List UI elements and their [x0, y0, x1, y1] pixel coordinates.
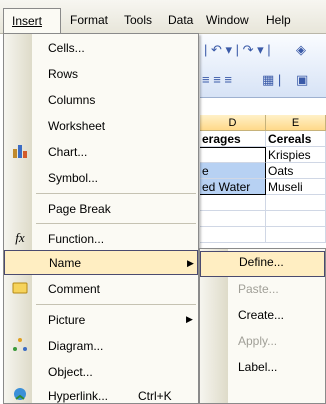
name-submenu: Define... Paste... Create... Apply... La…	[199, 248, 326, 404]
cell-e-row1[interactable]: Krispies	[266, 147, 326, 163]
column-header-d-label: D	[228, 117, 237, 129]
menu-item-columns-label: Columns	[48, 93, 96, 107]
cell-d-row4[interactable]	[200, 195, 266, 211]
menu-item-cells-label: Cells...	[48, 41, 85, 55]
menu-format-label: Format	[70, 13, 109, 27]
submenu-item-paste-label: Paste...	[238, 282, 279, 296]
submenu-item-create-label: Create...	[238, 308, 285, 322]
cell-d-header[interactable]: erages	[200, 131, 266, 147]
cell-d-row5[interactable]	[200, 211, 266, 227]
menu-item-diagram-label: Diagram...	[48, 339, 104, 353]
column-header-d[interactable]: D	[200, 115, 266, 131]
cell-d-row2[interactable]: e	[200, 163, 266, 179]
menu-item-worksheet[interactable]: Worksheet	[4, 113, 198, 139]
menu-item-hyperlink-label: Hyperlink...	[48, 389, 109, 403]
cell-e-row5[interactable]	[266, 211, 326, 227]
currency-icon[interactable]: ▣	[296, 72, 308, 88]
hyperlink-icon	[12, 387, 28, 403]
menu-item-chart-label: Chart...	[48, 145, 88, 159]
cell-d-row3[interactable]: ed Water	[200, 179, 266, 195]
menu-item-chart[interactable]: Chart...	[4, 139, 198, 165]
menu-format[interactable]: Format	[68, 10, 110, 30]
menu-data[interactable]: Data	[166, 10, 195, 30]
menu-item-symbol[interactable]: Symbol...	[4, 165, 198, 191]
submenu-item-define[interactable]: Define...	[200, 251, 325, 277]
submenu-item-create[interactable]: Create...	[200, 304, 325, 330]
submenu-item-define-label: Define...	[239, 255, 284, 269]
undo-icon[interactable]: | ↶ ▾ | ↷ ▾ |	[204, 42, 271, 58]
comment-icon	[12, 280, 28, 296]
column-header-e[interactable]: E	[266, 115, 326, 131]
function-icon: fx	[15, 230, 25, 245]
cell-e-row4[interactable]	[266, 195, 326, 211]
toolbar-button-icon[interactable]: ◈	[296, 42, 306, 58]
submenu-item-label-label: Label...	[238, 360, 278, 374]
menu-item-name-label: Name	[49, 256, 82, 270]
submenu-item-paste[interactable]: Paste...	[200, 278, 325, 304]
menu-data-label: Data	[168, 13, 194, 27]
menu-tools[interactable]: Tools	[122, 10, 154, 30]
align-center-icon[interactable]: ≡ ≡ ≡	[202, 72, 232, 87]
menu-item-hyperlink[interactable]: Hyperlink... Ctrl+K	[4, 383, 198, 404]
menu-item-picture[interactable]: Picture ▶	[4, 307, 198, 333]
menu-item-worksheet-label: Worksheet	[48, 119, 106, 133]
submenu-arrow-icon: ▶	[187, 258, 194, 268]
menu-item-rows-label: Rows	[48, 67, 79, 81]
chart-icon	[12, 143, 28, 159]
submenu-item-apply-label: Apply...	[238, 334, 278, 348]
cell-e-row2[interactable]: Oats	[266, 163, 326, 179]
diagram-icon	[12, 337, 28, 353]
menu-item-comment-label: Comment	[48, 282, 101, 296]
cell-d-row1[interactable]	[200, 147, 266, 163]
submenu-item-apply[interactable]: Apply...	[200, 330, 325, 356]
menu-item-hyperlink-shortcut: Ctrl+K	[138, 389, 172, 403]
menu-window-label: Window	[206, 13, 249, 27]
menu-separator	[36, 304, 196, 305]
menu-insert-label: Insert	[12, 14, 43, 28]
menu-insert[interactable]: Insert	[3, 8, 61, 34]
menu-item-object-label: Object...	[48, 365, 93, 379]
menu-separator	[36, 193, 196, 194]
menu-separator	[36, 223, 196, 224]
cell-e-row6[interactable]	[266, 227, 326, 243]
menu-item-function-label: Function...	[48, 232, 105, 246]
menu-item-picture-label: Picture	[48, 313, 86, 327]
cell-d-row6[interactable]	[200, 227, 266, 243]
menu-window[interactable]: Window	[204, 10, 251, 30]
menu-item-comment[interactable]: Comment	[4, 276, 198, 302]
menu-item-rows[interactable]: Rows	[4, 61, 198, 87]
menu-item-cells[interactable]: Cells...	[4, 35, 198, 61]
submenu-item-label[interactable]: Label...	[200, 356, 325, 382]
menu-item-page-break[interactable]: Page Break	[4, 196, 198, 222]
menu-bar: Insert Format Tools Data Window Help	[0, 0, 326, 34]
menu-item-columns[interactable]: Columns	[4, 87, 198, 113]
menu-item-symbol-label: Symbol...	[48, 171, 99, 185]
menu-item-function[interactable]: fx Function...	[4, 226, 198, 252]
menu-item-name[interactable]: Name ▶	[4, 250, 198, 275]
column-header-e-label: E	[291, 117, 300, 129]
submenu-arrow-icon: ▶	[186, 314, 193, 324]
menu-tools-label: Tools	[124, 13, 153, 27]
toolbar: | ↶ ▾ | ↷ ▾ | ◈ ≡ ≡ ≡ ▦ | ▣	[200, 34, 326, 98]
menu-item-object[interactable]: Object...	[4, 359, 198, 385]
menu-help-label: Help	[266, 13, 291, 27]
menu-item-diagram[interactable]: Diagram...	[4, 333, 198, 359]
merge-center-icon[interactable]: ▦ |	[262, 72, 281, 88]
menu-item-page-break-label: Page Break	[48, 202, 111, 216]
cell-e-row3[interactable]: Museli	[266, 179, 326, 195]
insert-menu: Cells... Rows Columns Worksheet Chart...…	[3, 33, 199, 404]
menu-help[interactable]: Help	[264, 10, 293, 30]
cell-e-header[interactable]: Cereals	[266, 131, 326, 147]
